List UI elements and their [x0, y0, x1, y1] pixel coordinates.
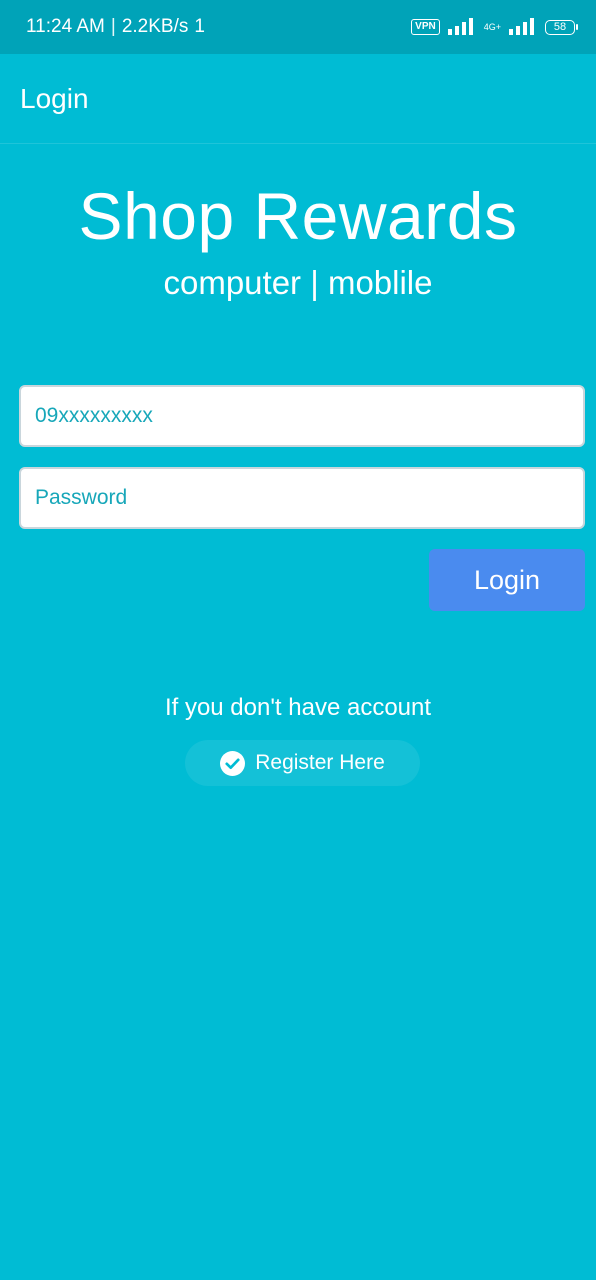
signal-icon — [447, 18, 473, 35]
battery-level: 58 — [545, 19, 575, 35]
signal-icon-2 — [509, 18, 534, 35]
status-bar: 11:24 AM | 2.2KB/s 1 VPN 4G+ 58 — [0, 0, 596, 54]
login-button[interactable]: Login — [429, 549, 585, 611]
status-separator: | — [110, 16, 116, 37]
status-net-speed: 2.2KB/s — [121, 16, 189, 37]
register-button-label: Register Here — [255, 751, 385, 774]
app-bar-title: Login — [20, 82, 89, 114]
status-right: VPN 4G+ 58 — [411, 18, 578, 36]
register-prompt: If you don't have account — [164, 694, 432, 721]
app-bar: Login — [0, 54, 596, 144]
brand-title: Shop Rewards — [78, 179, 518, 253]
phone-input[interactable] — [19, 385, 585, 447]
status-left: 11:24 AM | 2.2KB/s 1 — [26, 16, 205, 38]
vpn-icon: VPN — [411, 19, 440, 35]
password-input[interactable] — [19, 467, 585, 529]
register-button[interactable]: Register Here — [185, 740, 420, 786]
network-type-label: 4G+ — [483, 21, 501, 32]
sync-icon: 1 — [194, 16, 205, 37]
brand-subtitle: computer | moblile — [163, 264, 433, 301]
check-circle-icon — [220, 750, 246, 776]
battery-icon: 58 — [545, 19, 578, 35]
status-time: 11:24 AM — [26, 16, 105, 37]
